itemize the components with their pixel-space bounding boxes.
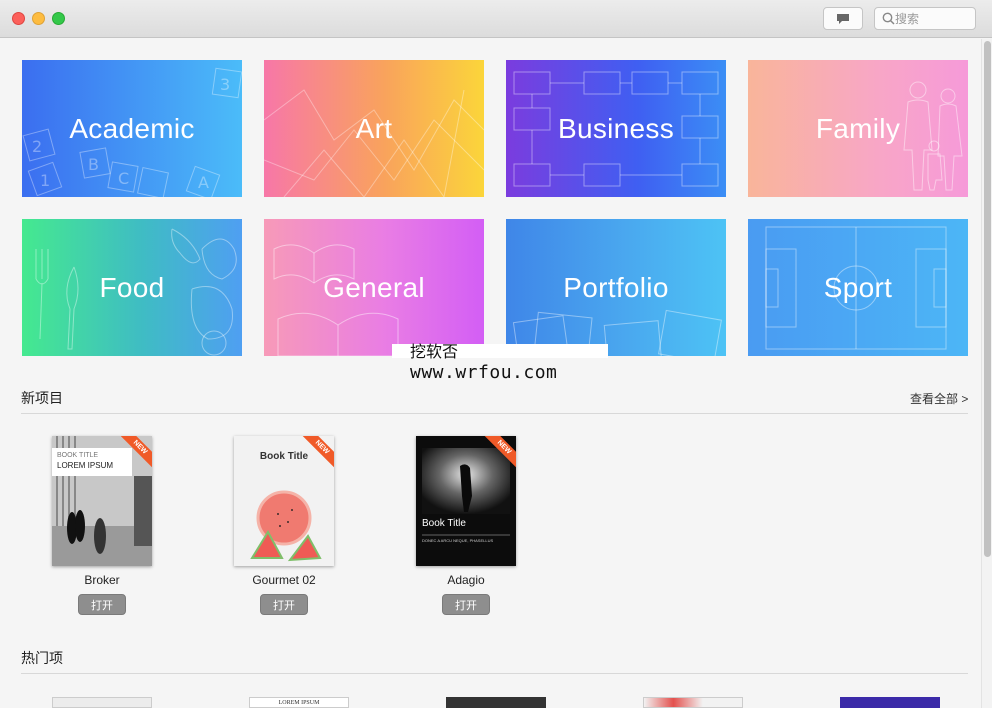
open-button[interactable]: 打开 bbox=[442, 594, 490, 615]
zoom-window-button[interactable] bbox=[52, 12, 65, 25]
template-cover-gourmet[interactable]: Book Title NEW bbox=[234, 436, 334, 566]
template-cover-peek[interactable] bbox=[446, 697, 546, 708]
template-name: Gourmet 02 bbox=[252, 573, 316, 587]
feedback-button[interactable] bbox=[823, 7, 863, 30]
view-all-link[interactable]: 查看全部 > bbox=[910, 390, 968, 407]
category-family[interactable]: Family bbox=[748, 60, 968, 197]
svg-text:2: 2 bbox=[32, 137, 42, 156]
section-divider bbox=[21, 673, 968, 674]
category-academic[interactable]: 2 BC 1 A 3 Academic bbox=[22, 60, 242, 197]
watermelon-photo bbox=[250, 490, 322, 562]
section-title-popular: 热门项 bbox=[21, 650, 63, 666]
section-divider bbox=[21, 413, 968, 414]
scrollbar-thumb[interactable] bbox=[984, 41, 991, 557]
svg-text:C: C bbox=[118, 169, 129, 188]
cover-subtitle: DONEC A ARCU NEQUE, PHASELLUS bbox=[422, 538, 494, 543]
template-name: Adagio bbox=[447, 573, 485, 587]
template-name: Broker bbox=[84, 573, 120, 587]
performer-photo bbox=[422, 448, 510, 536]
cover-peek-text: LOREM IPSUM bbox=[278, 700, 320, 706]
category-business[interactable]: Business bbox=[506, 60, 726, 197]
svg-text:B: B bbox=[88, 155, 99, 174]
search-placeholder: 搜索 bbox=[895, 12, 920, 26]
category-food[interactable]: Food bbox=[22, 219, 242, 356]
svg-text:3: 3 bbox=[220, 75, 230, 94]
vertical-scrollbar[interactable] bbox=[981, 39, 992, 708]
watermark-line2: www.wrfou.com bbox=[410, 362, 558, 383]
svg-text:A: A bbox=[198, 173, 209, 192]
category-general[interactable]: General bbox=[264, 219, 484, 356]
category-sport[interactable]: Sport bbox=[748, 219, 968, 356]
template-cover-broker[interactable]: BOOK TITLE LOREM IPSUM NEW bbox=[52, 436, 152, 566]
template-cover-peek[interactable]: LOREM IPSUM bbox=[249, 697, 349, 708]
open-button[interactable]: 打开 bbox=[260, 594, 308, 615]
category-label: Business bbox=[557, 112, 674, 144]
category-label: Family bbox=[815, 112, 901, 144]
section-title-new: 新项目 bbox=[21, 390, 63, 406]
category-label: Academic bbox=[69, 112, 195, 144]
category-label: Food bbox=[99, 271, 165, 303]
category-label: Sport bbox=[823, 271, 893, 303]
category-portfolio[interactable]: Portfolio bbox=[506, 219, 726, 356]
template-cover-peek[interactable] bbox=[52, 697, 152, 708]
close-window-button[interactable] bbox=[12, 12, 25, 25]
template-cover-peek[interactable] bbox=[643, 697, 743, 708]
template-cover-adagio[interactable]: Book Title DONEC A ARCU NEQUE, PHASELLUS… bbox=[416, 436, 516, 566]
svg-text:1: 1 bbox=[40, 171, 50, 190]
cover-title: Book Title bbox=[422, 518, 466, 529]
category-label: General bbox=[323, 271, 425, 303]
category-art[interactable]: Art bbox=[264, 60, 484, 197]
search-field[interactable]: 搜索 bbox=[874, 7, 976, 30]
search-icon bbox=[882, 12, 895, 25]
cover-subtitle: LOREM IPSUM bbox=[57, 461, 114, 470]
minimize-window-button[interactable] bbox=[32, 12, 45, 25]
cover-title: BOOK TITLE bbox=[57, 452, 99, 459]
open-button[interactable]: 打开 bbox=[78, 594, 126, 615]
category-label: Portfolio bbox=[563, 271, 669, 303]
speech-bubble-icon bbox=[837, 13, 849, 24]
category-label: Art bbox=[355, 112, 393, 144]
title-bar: 搜索 bbox=[0, 0, 992, 38]
template-cover-peek[interactable] bbox=[840, 697, 940, 708]
